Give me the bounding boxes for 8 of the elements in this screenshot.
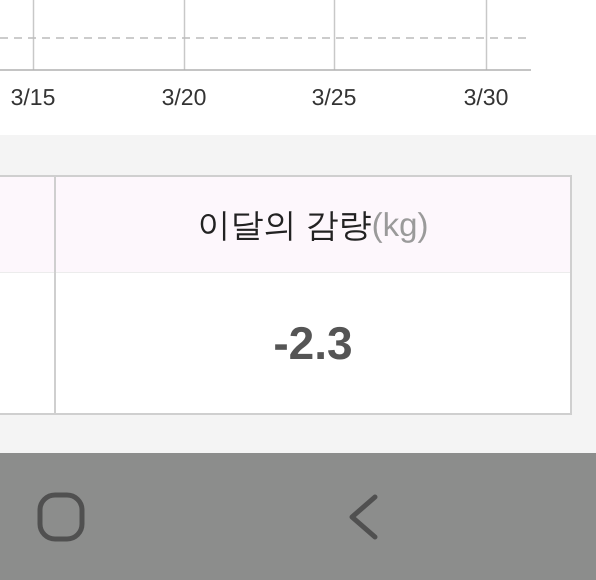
- axis-label: 3/20: [162, 83, 206, 112]
- axis-label: 3/30: [464, 83, 508, 112]
- axis-label: 3/25: [312, 83, 356, 112]
- weight-loss-value: -2.3: [273, 316, 353, 370]
- home-icon[interactable]: [37, 492, 85, 542]
- back-icon[interactable]: [347, 494, 379, 540]
- axis-label: 3/15: [10, 83, 56, 112]
- column-header: 이달의 감량(kg): [197, 204, 428, 245]
